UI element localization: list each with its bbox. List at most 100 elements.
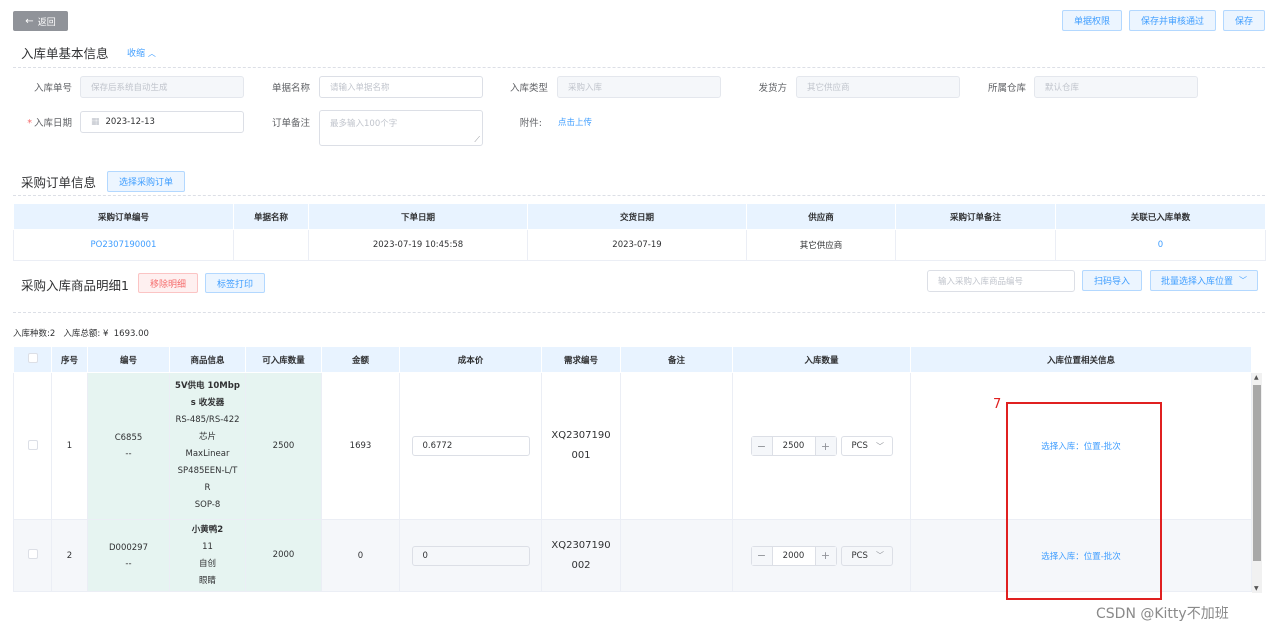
cost-cell: 0 [399, 519, 542, 592]
warehouse-label: 所属仓库 [987, 83, 1026, 94]
column-header: 可入库数量 [245, 346, 322, 373]
row-checkbox[interactable] [27, 439, 38, 450]
note-cell [620, 519, 733, 592]
warehouse-select[interactable]: 默认仓库 [1034, 76, 1198, 98]
select-all-header [13, 346, 52, 373]
chevron-up-icon: ︿ [147, 49, 156, 58]
details-title: 采购入库商品明细1 [21, 278, 129, 293]
cost-input[interactable]: 0 [411, 545, 530, 566]
save-button[interactable]: 保存 [1223, 10, 1265, 31]
scroll-up-icon[interactable]: ▲ [1254, 374, 1259, 381]
purchase-order-link[interactable]: PO2307190001 [13, 229, 234, 261]
date-picker[interactable]: ▦ 2023-12-13 [80, 111, 244, 133]
select-all-checkbox[interactable] [27, 353, 38, 363]
attachment-label: 附件: [519, 118, 542, 129]
doc-name-cell [233, 229, 309, 261]
column-header: 交货日期 [527, 203, 747, 230]
demand-no-cell: XQ2307190 002 [541, 519, 621, 592]
available-qty-cell: 2000 [245, 519, 322, 592]
column-header: 下单日期 [308, 203, 528, 230]
collapse-toggle[interactable]: 收缩 ︿ [127, 46, 156, 59]
upload-link[interactable]: 点击上传 [558, 116, 592, 128]
po-remark-cell [895, 229, 1056, 261]
quantity-stepper[interactable]: − 2500 + [750, 436, 837, 456]
shipper-select[interactable]: 其它供应商 [796, 76, 960, 98]
code-cell: D000297 -- [87, 519, 170, 592]
quantity-value[interactable]: 2500 [771, 437, 816, 455]
chevron-down-icon: ﹀ [875, 441, 884, 451]
quantity-value[interactable]: 2000 [771, 546, 816, 565]
shipper-label: 发货方 [758, 83, 787, 94]
supplier-cell: 其它供应商 [746, 229, 896, 261]
arrow-left-icon: ← [25, 15, 34, 27]
scroll-down-icon[interactable]: ▼ [1254, 585, 1259, 592]
column-header: 成本价 [399, 346, 542, 373]
decrement-button[interactable]: − [751, 437, 772, 455]
watermark: CSDN @Kitty不加班 [1096, 606, 1229, 622]
column-header: 供应商 [746, 203, 896, 230]
qty-cell: − 2000 + PCS ﹀ [732, 519, 911, 592]
remove-detail-button[interactable]: 移除明细 [138, 273, 198, 293]
remark-textarea[interactable]: 最多输入100个字 ⟋ [319, 110, 483, 146]
section-divider [13, 67, 1265, 68]
row-checkbox[interactable] [27, 549, 38, 559]
document-permission-button[interactable]: 单据权限 [1062, 10, 1122, 31]
annotation-number: 7 [993, 397, 1002, 412]
date-label: * 入库日期 [27, 118, 72, 129]
available-qty-cell: 2500 [245, 372, 322, 520]
remark-label: 订单备注 [271, 118, 310, 129]
detail-summary: 入库种数:2 入库总额: ¥ 1693.00 [13, 329, 149, 339]
unit-select[interactable]: PCS ﹀ [840, 545, 893, 566]
column-header: 关联已入库单数 [1055, 203, 1266, 230]
delivery-date-cell: 2023-07-19 [527, 229, 747, 261]
column-header: 需求编号 [541, 346, 621, 373]
purchase-info-title: 采购订单信息 [21, 175, 97, 190]
column-header: 入库数量 [732, 346, 911, 373]
basic-info-title: 入库单基本信息 [21, 46, 109, 61]
type-select[interactable]: 采购入库 [557, 76, 721, 98]
select-purchase-order-button[interactable]: 选择采购订单 [107, 171, 185, 192]
save-and-approve-button[interactable]: 保存并审核通过 [1129, 10, 1216, 31]
scan-import-button[interactable]: 扫码导入 [1082, 270, 1142, 291]
table-row: PO2307190001 2023-07-19 10:45:58 2023-07… [13, 229, 1266, 261]
label-print-button[interactable]: 标签打印 [205, 273, 265, 293]
index-cell: 1 [51, 372, 88, 520]
order-date-cell: 2023-07-19 10:45:58 [308, 229, 528, 261]
column-header: 单据名称 [233, 203, 309, 230]
section-divider [13, 195, 1265, 196]
note-cell [620, 372, 733, 520]
doc-name-label: 单据名称 [271, 83, 310, 94]
type-label: 入库类型 [509, 83, 548, 94]
row-select-cell [13, 372, 52, 520]
amount-cell: 0 [321, 519, 400, 592]
chevron-down-icon: ﹀ [1239, 276, 1247, 285]
demand-no-cell: XQ2307190 001 [541, 372, 621, 520]
resize-handle-icon: ⟋ [474, 135, 480, 144]
column-header: 编号 [87, 346, 170, 373]
index-cell: 2 [51, 519, 88, 592]
column-header: 备注 [620, 346, 733, 373]
linked-count-cell[interactable]: 0 [1055, 229, 1266, 261]
cost-input[interactable]: 0.6772 [411, 436, 530, 456]
purchase-order-table: 采购订单编号 单据名称 下单日期 交货日期 供应商 采购订单备注 关联已入库单数… [13, 203, 1266, 261]
row-select-cell [13, 519, 52, 592]
column-header: 序号 [51, 346, 88, 373]
decrement-button[interactable]: − [751, 546, 772, 565]
qty-cell: − 2500 + PCS ﹀ [732, 372, 911, 520]
unit-select[interactable]: PCS ﹀ [840, 436, 893, 456]
table-scrollbar[interactable]: ▲ ▼ [1252, 373, 1262, 593]
increment-button[interactable]: + [815, 437, 836, 455]
goods-code-search-input[interactable]: 输入采购入库商品编号 [927, 270, 1075, 292]
annotation-box [1006, 402, 1162, 600]
order-no-input[interactable]: 保存后系统自动生成 [80, 76, 244, 98]
quantity-stepper[interactable]: − 2000 + [750, 545, 837, 566]
increment-button[interactable]: + [815, 546, 836, 565]
code-cell: C6855 -- [87, 372, 170, 520]
scrollbar-thumb[interactable] [1253, 385, 1261, 561]
column-header: 采购订单编号 [13, 203, 234, 230]
doc-name-input[interactable]: 请输入单据名称 [319, 76, 483, 98]
column-header: 采购订单备注 [895, 203, 1056, 230]
batch-select-location-button[interactable]: 批量选择入库位置 ﹀ [1150, 270, 1258, 291]
column-header: 金额 [321, 346, 400, 373]
back-button[interactable]: ← 返回 [13, 11, 68, 31]
